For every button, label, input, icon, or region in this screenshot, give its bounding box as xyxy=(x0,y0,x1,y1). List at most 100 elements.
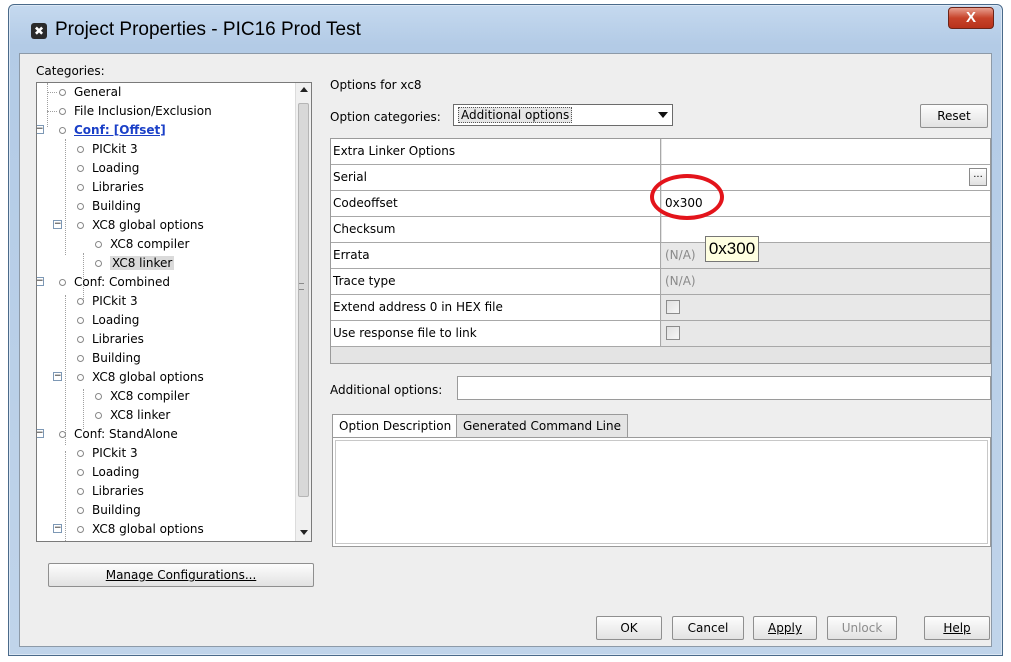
tree-item-loading[interactable]: Loading xyxy=(77,159,139,178)
apply-label: Apply xyxy=(768,621,802,635)
tree-line xyxy=(47,92,57,93)
option-categories-select[interactable]: Additional options xyxy=(453,104,673,126)
tree-item-label: XC8 compiler xyxy=(110,389,190,403)
manage-configurations-button[interactable]: Manage Configurations... xyxy=(48,563,314,587)
options-header: Options for xc8 xyxy=(330,78,422,92)
collapse-icon[interactable]: − xyxy=(53,220,62,229)
reset-button[interactable]: Reset xyxy=(920,104,988,128)
tree-item-pickit3[interactable]: PICkit 3 xyxy=(77,140,138,159)
project-properties-dialog: ✖ Project Properties - PIC16 Prod Test X… xyxy=(8,4,1003,656)
ok-button[interactable]: OK xyxy=(596,616,662,640)
node-icon xyxy=(77,146,84,153)
tree-item-building[interactable]: Building xyxy=(77,501,141,520)
cancel-button[interactable]: Cancel xyxy=(672,616,744,640)
tab-option-description[interactable]: Option Description xyxy=(332,414,459,439)
title-bar[interactable]: ✖ Project Properties - PIC16 Prod Test X xyxy=(9,5,1002,53)
tree-item-label: XC8 linker xyxy=(110,408,171,422)
tree-line xyxy=(65,451,66,541)
tree-item-pickit3[interactable]: PICkit 3 xyxy=(77,292,138,311)
tree-item-building[interactable]: Building xyxy=(77,197,141,216)
tree-line xyxy=(83,389,84,429)
node-icon xyxy=(77,507,84,514)
node-icon xyxy=(77,488,84,495)
tree-item-xc8-compiler[interactable]: XC8 compiler xyxy=(95,235,189,254)
option-description-panel xyxy=(332,437,991,547)
extra-linker-options-field[interactable] xyxy=(662,139,990,164)
apply-button[interactable]: Apply xyxy=(753,616,817,640)
scrollbar-grip-icon xyxy=(299,283,304,290)
close-button[interactable]: X xyxy=(948,7,994,29)
tree-line xyxy=(47,111,57,112)
tree-item-libraries[interactable]: Libraries xyxy=(77,178,144,197)
node-icon xyxy=(77,222,84,229)
collapse-icon[interactable]: − xyxy=(37,277,44,286)
property-row-trace-type: Trace type (N/A) xyxy=(331,269,990,295)
tree-item-label: XC8 compiler xyxy=(110,237,190,251)
response-file-cell xyxy=(662,321,990,346)
property-name: Errata xyxy=(331,243,661,268)
tree-item-building[interactable]: Building xyxy=(77,349,141,368)
node-icon xyxy=(77,355,84,362)
property-row-extend-address: Extend address 0 in HEX file xyxy=(331,295,990,321)
tree-item-xc8-global[interactable]: − XC8 global options xyxy=(53,216,204,235)
tree-item-conf-combined[interactable]: − Conf: Combined xyxy=(37,273,170,292)
tree-item-general[interactable]: General xyxy=(59,83,121,102)
node-icon xyxy=(95,412,102,419)
node-icon xyxy=(59,279,66,286)
tree-item-label: Libraries xyxy=(92,332,144,346)
tree-item-pickit3[interactable]: PICkit 3 xyxy=(77,444,138,463)
property-row-extra-linker-options: Extra Linker Options xyxy=(331,139,990,165)
scrollbar-thumb[interactable] xyxy=(298,103,309,497)
tree-item-xc8-global[interactable]: − XC8 global options xyxy=(53,368,204,387)
collapse-icon[interactable]: − xyxy=(37,125,44,134)
extend-address-cell xyxy=(662,295,990,320)
tree-item-xc8-global[interactable]: − XC8 global options xyxy=(53,520,204,539)
tree-item-loading[interactable]: Loading xyxy=(77,463,139,482)
tree-item-conf-standalone[interactable]: − Conf: StandAlone xyxy=(37,425,178,444)
tree-item-xc8-linker[interactable]: XC8 linker xyxy=(95,406,170,425)
tree-item-libraries[interactable]: Libraries xyxy=(77,482,144,501)
node-icon xyxy=(59,431,66,438)
categories-tree[interactable]: General File Inclusion/Exclusion − Conf: … xyxy=(36,82,312,542)
collapse-icon[interactable]: − xyxy=(53,372,62,381)
tree-item-label: Conf: StandAlone xyxy=(74,427,178,441)
scroll-down-icon[interactable] xyxy=(300,530,308,535)
dialog-body: Categories: General File Inclusion/Exclu… xyxy=(19,53,992,647)
option-description-text xyxy=(335,440,988,544)
help-button[interactable]: Help xyxy=(924,616,990,640)
tree-item-label: PICkit 3 xyxy=(92,142,138,156)
tree-item-label: Building xyxy=(92,503,141,517)
tree-item-label: Conf: Combined xyxy=(74,275,170,289)
categories-label: Categories: xyxy=(36,64,105,78)
response-file-checkbox[interactable] xyxy=(666,326,680,340)
property-name: Extra Linker Options xyxy=(331,139,661,164)
ellipsis-button[interactable]: ... xyxy=(969,168,987,186)
property-row-response-file: Use response file to link xyxy=(331,321,990,347)
tree-item-xc8-compiler[interactable]: XC8 compiler xyxy=(95,387,189,406)
tree-item-xc8-linker[interactable]: XC8 linker xyxy=(95,254,175,273)
property-name: Serial xyxy=(331,165,661,190)
collapse-icon[interactable]: − xyxy=(53,524,62,533)
tree-item-loading[interactable]: Loading xyxy=(77,311,139,330)
tree-item-libraries[interactable]: Libraries xyxy=(77,330,144,349)
unlock-button[interactable]: Unlock xyxy=(827,616,897,640)
tree-item-label: General xyxy=(74,85,122,99)
app-icon: ✖ xyxy=(31,23,47,39)
tree-item-label: XC8 linker xyxy=(110,256,175,270)
node-icon xyxy=(77,450,84,457)
collapse-icon[interactable]: − xyxy=(37,429,44,438)
extend-address-checkbox[interactable] xyxy=(666,300,680,314)
tree-item-file-inclusion[interactable]: File Inclusion/Exclusion xyxy=(59,102,212,121)
additional-options-input[interactable] xyxy=(457,376,991,400)
tab-generated-command-line[interactable]: Generated Command Line xyxy=(456,414,628,438)
tree-line xyxy=(65,295,66,445)
property-row-errata: Errata (N/A) xyxy=(331,243,990,269)
tree-item-conf-offset[interactable]: − Conf: [Offset] xyxy=(37,121,166,140)
property-name: Use response file to link xyxy=(331,321,661,346)
dropdown-arrow-icon xyxy=(658,112,668,118)
node-icon xyxy=(77,374,84,381)
scroll-up-icon[interactable] xyxy=(300,87,308,92)
tree-item-label: PICkit 3 xyxy=(92,446,138,460)
property-sheet: Extra Linker Options Serial ... Codeoffs… xyxy=(330,138,991,364)
tree-scrollbar[interactable] xyxy=(295,83,311,541)
